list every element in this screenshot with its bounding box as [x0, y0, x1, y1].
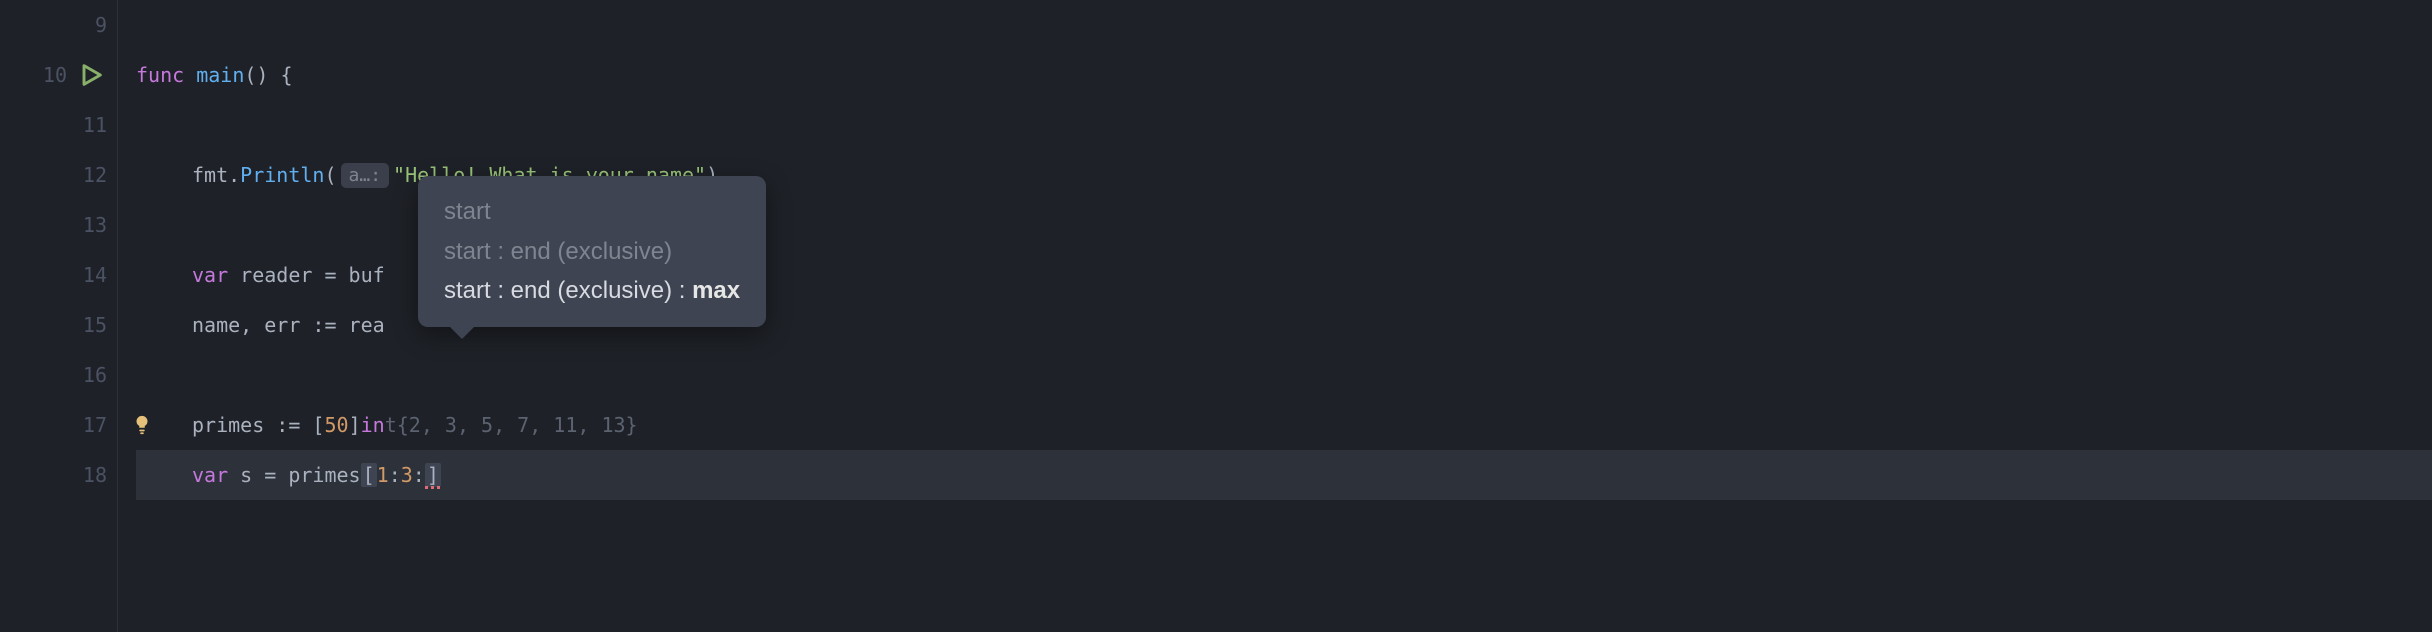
colon: :: [413, 463, 425, 487]
colon: :: [389, 463, 401, 487]
code-area[interactable]: func main() { fmt.Println(a…:"Hello! Wha…: [118, 0, 2432, 632]
gutter: 9 10 11 12 13 14 15 16 17: [0, 0, 118, 632]
line-number: 16: [83, 363, 107, 387]
package: fmt: [192, 163, 228, 187]
line-number: 14: [83, 263, 107, 287]
code-line[interactable]: primes := [50]int{2, 3, 5, 7, 11, 13}: [136, 400, 2432, 450]
gutter-row: 16: [0, 350, 117, 400]
line-number: 17: [83, 413, 107, 437]
tooltip-option-active[interactable]: start : end (exclusive) : max: [444, 271, 740, 311]
error-underline-icon: [425, 486, 441, 489]
line-number: 9: [95, 13, 107, 37]
function-call: Println: [240, 163, 324, 187]
obscured-code: t{2, 3, 5, 7, 11, 13}: [385, 413, 638, 437]
gutter-row: 11: [0, 100, 117, 150]
identifier: name, err: [192, 313, 312, 337]
type: in: [361, 413, 385, 437]
keyword: func: [136, 63, 184, 87]
inlay-hint: a…:: [341, 163, 390, 188]
number: 3: [401, 463, 413, 487]
gutter-row: 14: [0, 250, 117, 300]
dot: .: [228, 163, 240, 187]
code-editor[interactable]: 9 10 11 12 13 14 15 16 17: [0, 0, 2432, 632]
identifier: rea: [349, 313, 385, 337]
close-bracket: ]: [427, 463, 439, 487]
operator: =: [264, 463, 288, 487]
tooltip-prefix: start : end (exclusive) :: [444, 277, 692, 304]
close-bracket-cursor: ]: [425, 463, 441, 487]
gutter-row: 9: [0, 0, 117, 50]
run-icon[interactable]: [77, 61, 105, 89]
gutter-row: 17: [0, 400, 117, 450]
line-number: 10: [43, 63, 67, 87]
identifier: buf: [349, 263, 385, 287]
identifier: s: [228, 463, 264, 487]
line-number: 11: [83, 113, 107, 137]
code-line[interactable]: [136, 350, 2432, 400]
line-number: 15: [83, 313, 107, 337]
open-paren: (: [324, 163, 336, 187]
number: 50: [324, 413, 348, 437]
parens: (): [244, 63, 268, 87]
operator: :=: [276, 413, 312, 437]
keyword: var: [192, 263, 228, 287]
keyword: var: [192, 463, 228, 487]
function-name: main: [196, 63, 244, 87]
open-bracket: [: [361, 463, 377, 487]
lightbulb-icon[interactable]: [131, 414, 153, 436]
open-bracket: [: [312, 413, 324, 437]
gutter-row: 10: [0, 50, 117, 100]
code-line[interactable]: func main() {: [136, 50, 2432, 100]
line-number: 12: [83, 163, 107, 187]
tooltip-current-param: max: [692, 277, 740, 304]
number: 1: [377, 463, 389, 487]
parameter-info-tooltip: start start : end (exclusive) start : en…: [418, 176, 766, 327]
operator: =: [324, 263, 348, 287]
code-line[interactable]: [136, 0, 2432, 50]
tooltip-option[interactable]: start : end (exclusive): [444, 232, 740, 272]
gutter-row: 15: [0, 300, 117, 350]
gutter-row: 13: [0, 200, 117, 250]
tooltip-option[interactable]: start: [444, 192, 740, 232]
line-number: 18: [83, 463, 107, 487]
brace: {: [268, 63, 292, 87]
identifier: primes: [288, 463, 360, 487]
gutter-row: 12: [0, 150, 117, 200]
identifier: reader: [228, 263, 324, 287]
operator: :=: [312, 313, 348, 337]
code-line[interactable]: [136, 100, 2432, 150]
line-number: 13: [83, 213, 107, 237]
close-bracket: ]: [349, 413, 361, 437]
identifier: primes: [192, 413, 276, 437]
code-line-current[interactable]: var s = primes[1:3:]: [136, 450, 2432, 500]
gutter-row: 18: [0, 450, 117, 500]
